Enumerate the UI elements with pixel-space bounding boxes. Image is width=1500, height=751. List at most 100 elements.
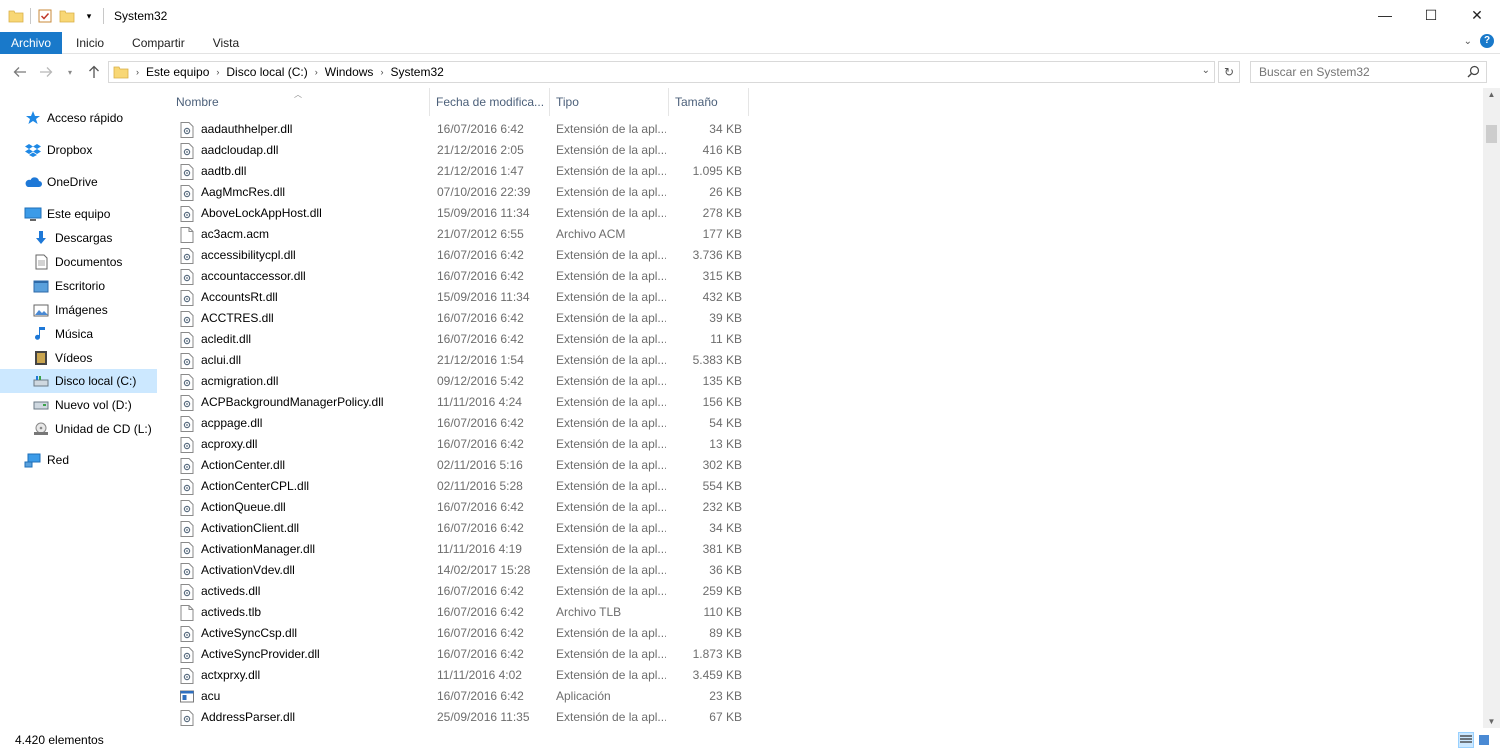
- column-header-date[interactable]: Fecha de modifica...: [430, 88, 550, 116]
- table-row[interactable]: ActivationManager.dll 11/11/2016 4:19 Exte…: [170, 539, 750, 560]
- sidebar-item-nuevo-vol-d[interactable]: Nuevo vol (D:): [0, 393, 157, 417]
- sidebar-item-escritorio[interactable]: Escritorio: [0, 274, 157, 298]
- breadcrumb-disco-local[interactable]: Disco local (C:): [222, 65, 311, 79]
- table-row[interactable]: aadauthhelper.dll 16/07/2016 6:42 Extensió…: [170, 119, 750, 140]
- file-name-cell[interactable]: ActionCenter.dll: [180, 455, 430, 476]
- file-name-cell[interactable]: ActiveSyncCsp.dll: [180, 623, 430, 644]
- table-row[interactable]: ACPBackgroundManagerPolicy.dll 11/11/2016…: [170, 392, 750, 413]
- help-button[interactable]: ?: [1480, 34, 1494, 48]
- file-name-cell[interactable]: ActionCenterCPL.dll: [180, 476, 430, 497]
- table-row[interactable]: aclui.dll 21/12/2016 1:54 Extensión de la …: [170, 350, 750, 371]
- up-button[interactable]: [82, 60, 106, 84]
- sidebar-item-videos[interactable]: Vídeos: [0, 346, 157, 370]
- table-row[interactable]: ac3acm.acm 21/07/2012 6:55 Archivo ACM 177 …: [170, 224, 750, 245]
- scroll-up-icon[interactable]: ▲: [1483, 90, 1500, 99]
- column-header-size[interactable]: Tamaño: [669, 88, 749, 116]
- table-row[interactable]: acppage.dll 16/07/2016 6:42 Extensión de l…: [170, 413, 750, 434]
- table-row[interactable]: AddressParser.dll 25/09/2016 11:35 Extensi…: [170, 707, 750, 728]
- file-name-cell[interactable]: ActivationManager.dll: [180, 539, 430, 560]
- search-box[interactable]: [1250, 61, 1487, 83]
- file-name-cell[interactable]: acppage.dll: [180, 413, 430, 434]
- column-header-name[interactable]: Nombre: [170, 88, 430, 116]
- table-row[interactable]: acmigration.dll 09/12/2016 5:42 Extensión …: [170, 371, 750, 392]
- search-input[interactable]: [1251, 65, 1451, 79]
- file-name-cell[interactable]: AccountsRt.dll: [180, 287, 430, 308]
- file-name-cell[interactable]: aadauthhelper.dll: [180, 119, 430, 140]
- sidebar-item-musica[interactable]: Música: [0, 322, 157, 346]
- table-row[interactable]: ActiveSyncCsp.dll 16/07/2016 6:42 Extensió…: [170, 623, 750, 644]
- file-name-cell[interactable]: aadtb.dll: [180, 161, 430, 182]
- table-row[interactable]: ActivationVdev.dll 14/02/2017 15:28 Extens…: [170, 560, 750, 581]
- customize-toolbar-icon[interactable]: ▾: [81, 8, 97, 24]
- search-icon[interactable]: [1467, 65, 1480, 81]
- refresh-button[interactable]: ↻: [1218, 61, 1240, 83]
- file-name-cell[interactable]: ACCTRES.dll: [180, 308, 430, 329]
- breadcrumb-system32[interactable]: System32: [386, 65, 447, 79]
- table-row[interactable]: accountaccessor.dll 16/07/2016 6:42 Extens…: [170, 266, 750, 287]
- breadcrumb-separator[interactable]: ›: [133, 67, 142, 77]
- scrollbar-thumb[interactable]: [1486, 125, 1497, 143]
- address-bar[interactable]: › Este equipo › Disco local (C:) › Windo…: [108, 61, 1215, 83]
- file-name-cell[interactable]: AddressParser.dll: [180, 707, 430, 728]
- table-row[interactable]: actxprxy.dll 11/11/2016 4:02 Extensión de …: [170, 665, 750, 686]
- table-row[interactable]: aadtb.dll 21/12/2016 1:47 Extensión de la …: [170, 161, 750, 182]
- tab-inicio[interactable]: Inicio: [62, 32, 118, 54]
- sidebar-item-dropbox[interactable]: Dropbox: [0, 138, 157, 162]
- scroll-down-icon[interactable]: ▼: [1483, 717, 1500, 726]
- table-row[interactable]: ActiveSyncProvider.dll 16/07/2016 6:42 Ext…: [170, 644, 750, 665]
- file-name-cell[interactable]: ACPBackgroundManagerPolicy.dll: [180, 392, 430, 413]
- file-name-cell[interactable]: ac3acm.acm: [180, 224, 430, 245]
- sidebar-item-acceso-rapido[interactable]: Acceso rápido: [0, 106, 157, 130]
- file-name-cell[interactable]: activeds.dll: [180, 581, 430, 602]
- tab-compartir[interactable]: Compartir: [118, 32, 199, 54]
- sidebar-item-disco-local-c[interactable]: Disco local (C:): [0, 369, 157, 393]
- table-row[interactable]: accessibilitycpl.dll 16/07/2016 6:42 Exten…: [170, 245, 750, 266]
- expand-ribbon-icon[interactable]: ⌄: [1464, 36, 1472, 47]
- sidebar-item-descargas[interactable]: Descargas: [0, 226, 157, 250]
- file-name-cell[interactable]: ActivationClient.dll: [180, 518, 430, 539]
- table-row[interactable]: acproxy.dll 16/07/2016 6:42 Extensión de l…: [170, 434, 750, 455]
- address-dropdown-icon[interactable]: ⌄: [1202, 65, 1210, 76]
- sidebar-item-imagenes[interactable]: Imágenes: [0, 298, 157, 322]
- file-name-cell[interactable]: AboveLockAppHost.dll: [180, 203, 430, 224]
- sidebar-item-onedrive[interactable]: OneDrive: [0, 170, 157, 194]
- minimize-button[interactable]: —: [1362, 0, 1408, 30]
- file-name-cell[interactable]: actxprxy.dll: [180, 665, 430, 686]
- file-name-cell[interactable]: acmigration.dll: [180, 371, 430, 392]
- file-name-cell[interactable]: accountaccessor.dll: [180, 266, 430, 287]
- table-row[interactable]: acu 16/07/2016 6:42 Aplicación 23 KB: [170, 686, 750, 707]
- breadcrumb-este-equipo[interactable]: Este equipo: [142, 65, 213, 79]
- table-row[interactable]: AagMmcRes.dll 07/10/2016 22:39 Extensión d…: [170, 182, 750, 203]
- new-folder-icon[interactable]: [59, 8, 75, 24]
- large-icons-view-button[interactable]: [1476, 732, 1492, 748]
- vertical-scrollbar[interactable]: ▲ ▼: [1483, 88, 1500, 728]
- close-button[interactable]: ✕: [1454, 0, 1500, 30]
- column-header-type[interactable]: Tipo: [550, 88, 669, 116]
- table-row[interactable]: ActivationClient.dll 16/07/2016 6:42 Exten…: [170, 518, 750, 539]
- tab-archivo[interactable]: Archivo: [0, 32, 63, 54]
- file-name-cell[interactable]: ActivationVdev.dll: [180, 560, 430, 581]
- table-row[interactable]: AboveLockAppHost.dll 15/09/2016 11:34 Exte…: [170, 203, 750, 224]
- maximize-button[interactable]: ☐: [1408, 0, 1454, 30]
- details-view-button[interactable]: [1458, 732, 1474, 748]
- table-row[interactable]: acledit.dll 16/07/2016 6:42 Extensión de l…: [170, 329, 750, 350]
- file-name-cell[interactable]: AagMmcRes.dll: [180, 182, 430, 203]
- table-row[interactable]: ACCTRES.dll 16/07/2016 6:42 Extensión de l…: [170, 308, 750, 329]
- breadcrumb-windows[interactable]: Windows: [321, 65, 378, 79]
- file-name-cell[interactable]: ActiveSyncProvider.dll: [180, 644, 430, 665]
- recent-locations-button[interactable]: ▾: [62, 60, 78, 84]
- file-name-cell[interactable]: ActionQueue.dll: [180, 497, 430, 518]
- file-name-cell[interactable]: aadcloudap.dll: [180, 140, 430, 161]
- table-row[interactable]: activeds.tlb 16/07/2016 6:42 Archivo TLB 11…: [170, 602, 750, 623]
- breadcrumb-separator[interactable]: ›: [312, 67, 321, 77]
- file-name-cell[interactable]: accessibilitycpl.dll: [180, 245, 430, 266]
- properties-icon[interactable]: [37, 8, 53, 24]
- file-name-cell[interactable]: acu: [180, 686, 430, 707]
- tab-vista[interactable]: Vista: [199, 32, 253, 54]
- sidebar-item-unidad-cd-l[interactable]: Unidad de CD (L:): [0, 417, 157, 441]
- sidebar-item-red[interactable]: Red: [0, 448, 157, 472]
- file-name-cell[interactable]: acledit.dll: [180, 329, 430, 350]
- sidebar-item-documentos[interactable]: Documentos: [0, 250, 157, 274]
- file-name-cell[interactable]: acproxy.dll: [180, 434, 430, 455]
- table-row[interactable]: aadcloudap.dll 21/12/2016 2:05 Extensión d…: [170, 140, 750, 161]
